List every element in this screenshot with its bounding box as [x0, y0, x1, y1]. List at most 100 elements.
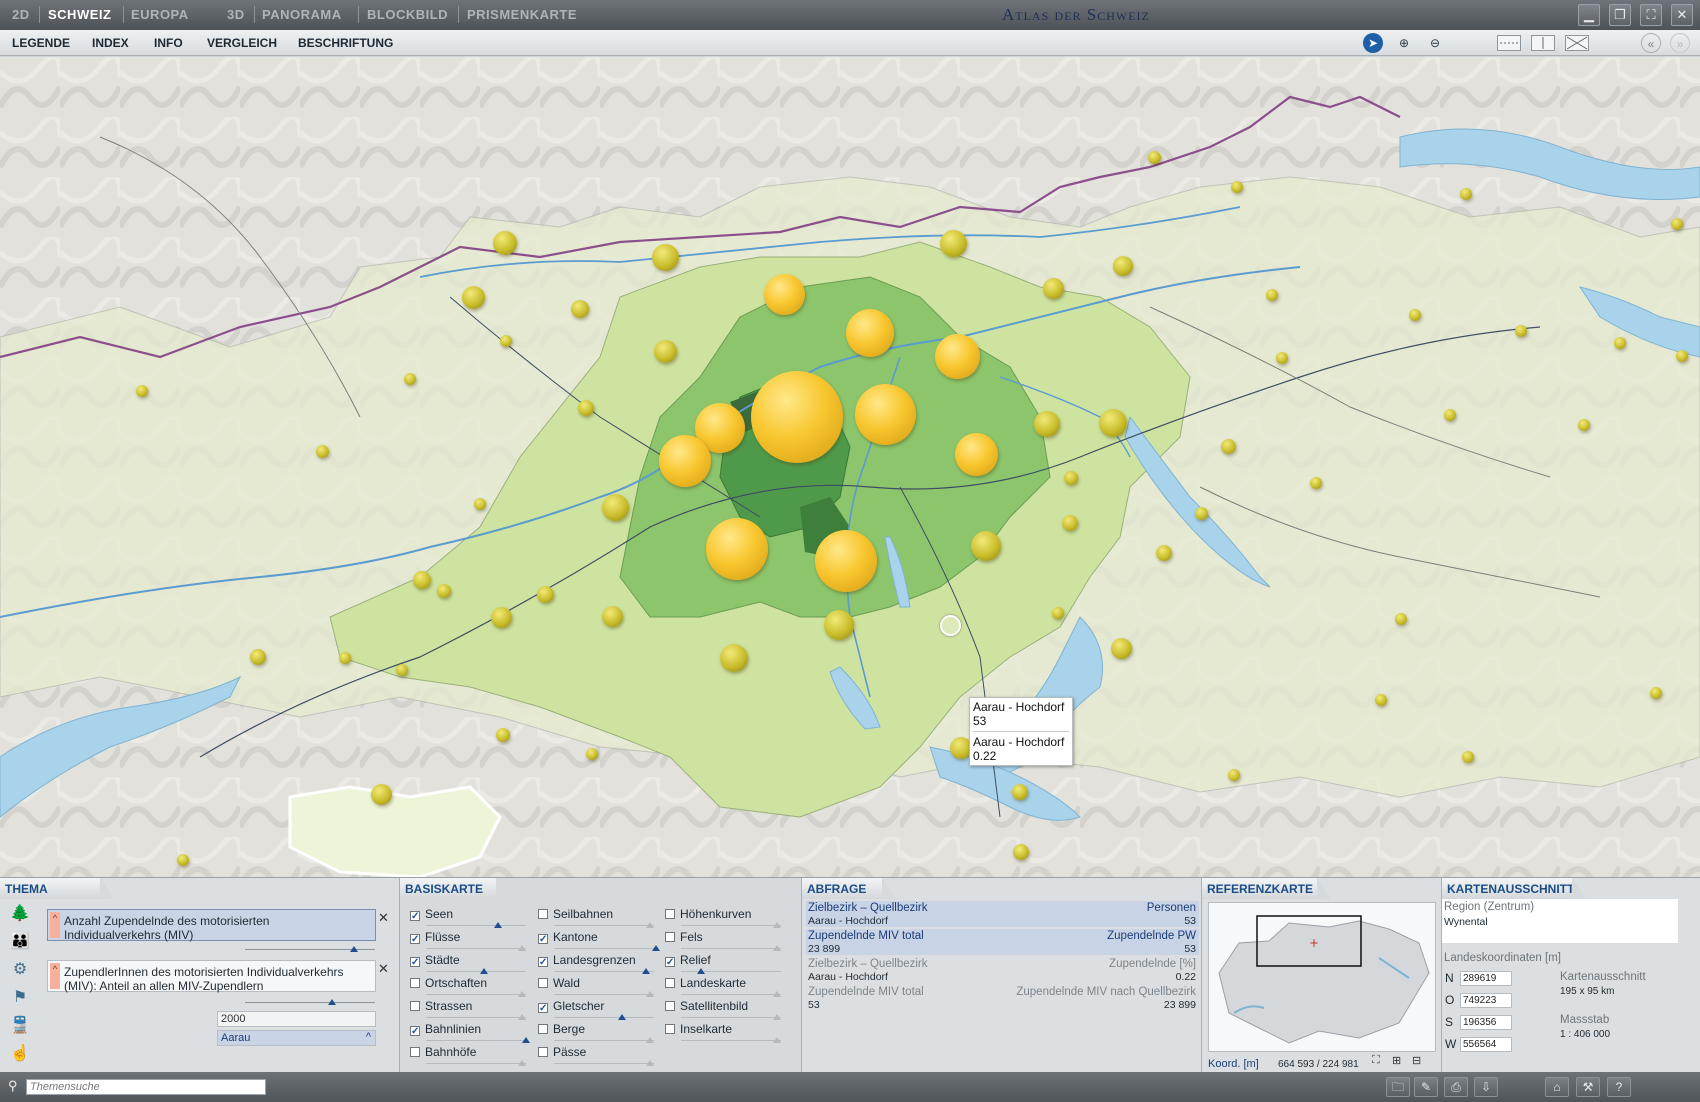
layer-item-1[interactable]: ^ Anzahl Zupendelnde des motorisierten I…	[47, 909, 376, 942]
bubble-small[interactable]	[250, 649, 266, 665]
bubble-small[interactable]	[496, 728, 510, 742]
layer-opacity-slider[interactable]	[426, 1060, 526, 1066]
layer-opacity-slider[interactable]	[426, 991, 526, 997]
bubble-small[interactable]	[1375, 694, 1387, 706]
checkmark-icon[interactable]: ✓	[410, 911, 420, 922]
bubble-small[interactable]	[652, 244, 679, 271]
opacity-slider[interactable]	[245, 946, 375, 952]
zoom-out-icon[interactable]: ⊖	[1425, 33, 1445, 53]
checkmark-icon[interactable]: ✓	[665, 957, 675, 968]
checkbox-strassen[interactable]: Strassen	[410, 999, 472, 1013]
layer-opacity-slider[interactable]	[681, 945, 781, 951]
bubble-small[interactable]	[1276, 352, 1288, 364]
bubble-hochdorf-selected[interactable]	[940, 615, 961, 636]
bubble-small[interactable]	[1012, 784, 1028, 800]
menu-index[interactable]: INDEX	[92, 36, 129, 50]
bubble-small[interactable]	[462, 286, 485, 309]
menu-legende[interactable]: LEGENDE	[12, 36, 70, 50]
table-row[interactable]: Zielbezirk – Quellbezirk Aarau - Hochdorf…	[806, 957, 1199, 983]
table-row[interactable]: Zupendelnde MIV total 53 Zupendelnde MIV n…	[806, 985, 1199, 1011]
checkbox-landesgrenzen[interactable]: ✓ Landesgrenzen	[538, 953, 636, 968]
zoom-in-icon[interactable]: ⊞	[1392, 1054, 1401, 1067]
mode-europa[interactable]: EUROPA	[131, 7, 189, 22]
layer-opacity-slider[interactable]	[681, 1014, 781, 1020]
folder-icon[interactable]: 🗀	[1386, 1077, 1410, 1097]
coord-o-field[interactable]: 749223	[1460, 993, 1512, 1008]
checkbox-berge[interactable]: Berge	[538, 1022, 585, 1036]
layer-opacity-slider[interactable]	[426, 1014, 526, 1020]
layer-opacity-slider[interactable]	[554, 1037, 654, 1043]
checkmark-icon[interactable]: ✓	[410, 1026, 420, 1037]
bubble-small[interactable]	[1148, 151, 1161, 164]
bubble-small[interactable]	[437, 584, 451, 598]
bubble-small[interactable]	[1409, 309, 1421, 321]
checkbox-empty-icon[interactable]	[665, 909, 675, 919]
checkbox-empty-icon[interactable]	[665, 978, 675, 988]
comment-icon[interactable]: ✎	[1414, 1077, 1438, 1097]
bubble-small[interactable]	[602, 606, 623, 627]
checkmark-icon[interactable]: ✓	[538, 934, 548, 945]
download-icon[interactable]: ⇩	[1474, 1077, 1498, 1097]
zoom-in-icon[interactable]: ⊕	[1394, 33, 1414, 53]
train-icon[interactable]: 🚆	[7, 1014, 33, 1038]
checkbox-bahnhöfe[interactable]: Bahnhöfe	[410, 1045, 476, 1059]
checkbox-kantone[interactable]: ✓ Kantone	[538, 930, 598, 945]
fullscreen-icon[interactable]: ⛶	[1372, 1054, 1380, 1067]
checkmark-icon[interactable]: ✓	[538, 957, 548, 968]
layer-opacity-slider[interactable]	[426, 945, 526, 951]
bubble-small[interactable]	[1395, 613, 1407, 625]
layer-opacity-slider[interactable]	[554, 1014, 654, 1020]
opacity-slider[interactable]	[245, 999, 375, 1005]
bubble-small[interactable]	[1064, 471, 1078, 485]
bubble-small[interactable]	[1099, 409, 1127, 437]
checkbox-seen[interactable]: ✓ Seen	[410, 907, 453, 922]
mode-prismenkarte[interactable]: PRISMENKARTE	[467, 7, 577, 22]
layer-opacity-slider[interactable]	[681, 1037, 781, 1043]
checkbox-flüsse[interactable]: ✓ Flüsse	[410, 930, 460, 945]
home-icon[interactable]: ⌂	[1545, 1077, 1569, 1097]
mode-schweiz[interactable]: SCHWEIZ	[48, 7, 111, 22]
mode-3d[interactable]: 3D	[227, 7, 245, 22]
checkbox-höhenkurven[interactable]: Höhenkurven	[665, 907, 751, 921]
search-input[interactable]: Themensuche	[26, 1079, 266, 1095]
split-horizontal-icon[interactable]	[1497, 35, 1521, 51]
checkbox-empty-icon[interactable]	[665, 1024, 675, 1034]
bubble-small[interactable]	[1515, 325, 1527, 337]
bubble-small[interactable]	[1043, 278, 1064, 299]
mode-2d[interactable]: 2D	[12, 7, 30, 22]
layer-opacity-slider[interactable]	[426, 968, 526, 974]
reference-map[interactable]: +	[1208, 902, 1436, 1052]
bubble-small[interactable]	[578, 400, 594, 416]
flag-icon[interactable]: ⚑	[7, 986, 33, 1010]
bubble-small[interactable]	[1013, 844, 1029, 860]
bubble-small[interactable]	[500, 335, 512, 347]
bubble-small[interactable]	[1231, 181, 1243, 193]
print-icon[interactable]: ⎙	[1444, 1077, 1468, 1097]
year-select[interactable]: 2000	[217, 1011, 376, 1027]
checkbox-empty-icon[interactable]	[410, 978, 420, 988]
checkbox-relief[interactable]: ✓ Relief	[665, 953, 711, 968]
tree-icon[interactable]: 🌲	[7, 902, 33, 926]
help-icon[interactable]: ?	[1607, 1077, 1631, 1097]
zoom-out-icon[interactable]: ⊟	[1412, 1054, 1421, 1067]
bubble-small[interactable]	[1111, 638, 1132, 659]
bubble-small[interactable]	[940, 230, 967, 257]
bubble-small[interactable]	[654, 340, 677, 363]
checkbox-empty-icon[interactable]	[538, 978, 548, 988]
bubble-small[interactable]	[1578, 419, 1590, 431]
bubble-small[interactable]	[537, 586, 554, 603]
bubble-lenzburg[interactable]	[706, 518, 768, 580]
layer-opacity-slider[interactable]	[554, 922, 654, 928]
bubble-small[interactable]	[474, 498, 486, 510]
close-icon[interactable]: ✕	[378, 910, 389, 926]
checkbox-inselkarte[interactable]: Inselkarte	[665, 1022, 732, 1036]
map-canvas[interactable]: Aarau - Hochdorf 53 Aarau - Hochdorf 0.2…	[0, 57, 1700, 877]
layer-opacity-slider[interactable]	[426, 1037, 530, 1043]
bubble-small[interactable]	[136, 385, 148, 397]
checkbox-landeskarte[interactable]: Landeskarte	[665, 976, 746, 990]
bubble-small[interactable]	[1444, 409, 1456, 421]
bubble-small[interactable]	[1052, 607, 1064, 619]
checkbox-fels[interactable]: Fels	[665, 930, 703, 944]
table-row[interactable]: Zielbezirk – Quellbezirk Aarau - Hochdorf…	[806, 901, 1199, 927]
checkbox-empty-icon[interactable]	[538, 909, 548, 919]
